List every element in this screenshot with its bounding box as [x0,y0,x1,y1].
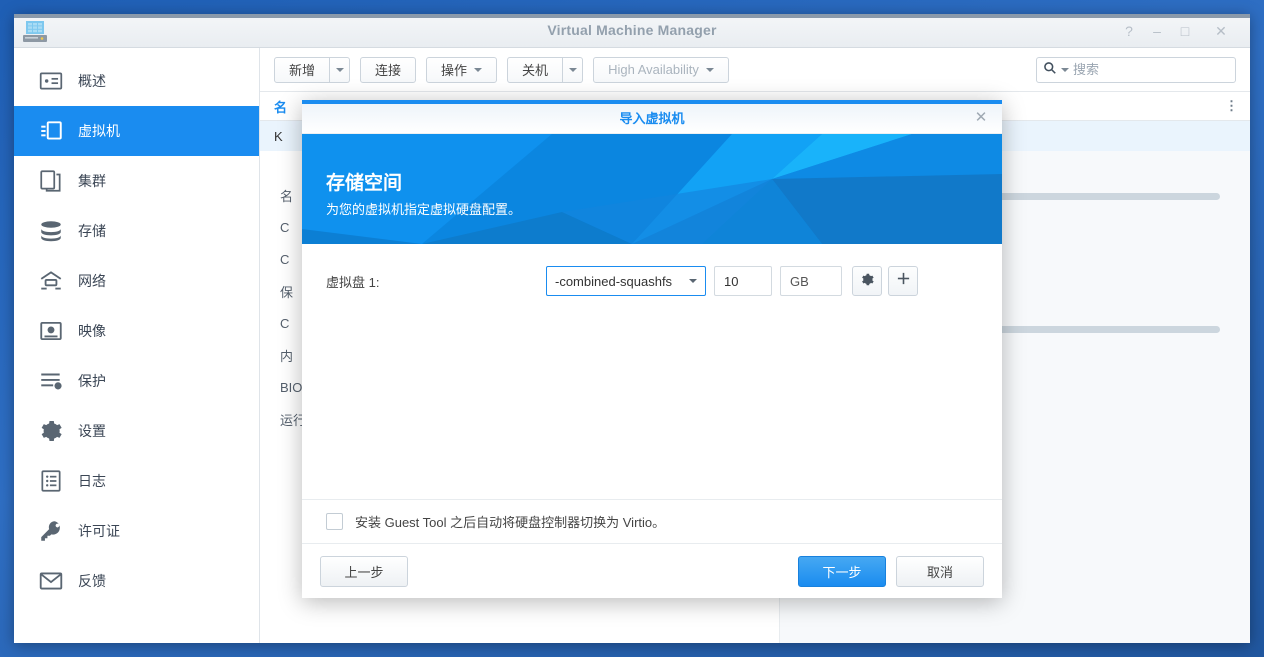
sidebar-item-network[interactable]: 网络 [14,256,259,306]
close-icon[interactable]: ✕ [972,109,990,127]
create-dropdown-arrow[interactable] [330,57,350,83]
sidebar-item-label: 存储 [78,221,106,241]
maximize-icon[interactable]: □ [1174,22,1196,40]
sidebar-item-overview[interactable]: 概述 [14,56,259,106]
add-disk-button[interactable] [888,266,918,296]
network-icon [38,268,64,294]
chevron-down-icon [689,279,697,283]
virtio-checkbox-label: 安装 Guest Tool 之后自动将硬盘控制器切换为 Virtio。 [355,512,665,531]
connect-button[interactable]: 连接 [360,57,416,83]
shutdown-dropdown-arrow[interactable] [563,57,583,83]
sidebar-item-image[interactable]: 映像 [14,306,259,356]
create-split-button: 新增 [274,57,350,83]
disk-settings-button[interactable] [852,266,882,296]
sidebar-item-log[interactable]: 日志 [14,456,259,506]
sidebar-item-protection[interactable]: 保护 [14,356,259,406]
settings-gear-icon [38,418,64,444]
banner-subtitle: 为您的虚拟机指定虚拟硬盘配置。 [326,199,1002,218]
gear-icon [860,272,875,290]
dialog-banner: 存储空间 为您的虚拟机指定虚拟硬盘配置。 [302,134,1002,244]
back-button[interactable]: 上一步 [320,556,408,587]
virtual-disk-label: 虚拟盘 1: [326,272,546,291]
disk-size-input[interactable]: 10 [714,266,772,296]
sidebar: 概述 虚拟机 集群 [14,48,260,643]
virtual-disk-row: 虚拟盘 1: -combined-squashfs 10 GB [302,266,1002,296]
feedback-mail-icon [38,568,64,594]
banner-title: 存储空间 [326,168,1002,195]
overview-icon [38,68,64,94]
shutdown-button[interactable]: 关机 [507,57,563,83]
search-icon [1043,61,1057,78]
minimize-icon[interactable]: – [1146,22,1168,40]
chevron-down-icon [569,68,577,72]
disk-location-value: -combined-squashfs [555,274,672,289]
storage-icon [38,218,64,244]
sidebar-item-settings[interactable]: 设置 [14,406,259,456]
application-window: Virtual Machine Manager ? – □ ✕ 概述 [14,14,1250,643]
help-icon[interactable]: ? [1118,22,1140,40]
sidebar-item-label: 设置 [78,421,106,441]
sidebar-item-cluster[interactable]: 集群 [14,156,259,206]
sidebar-item-label: 虚拟机 [78,121,120,141]
import-vm-dialog: 导入虚拟机 ✕ 存储空间 [302,100,1002,598]
chevron-down-icon [474,68,482,72]
search-input[interactable] [1073,62,1229,77]
toolbar: 新增 连接 操作 关机 High Availability [260,48,1250,92]
titlebar-grip[interactable] [14,14,1250,18]
plus-icon [896,270,911,292]
dialog-footer: 上一步 下一步 取消 [302,543,1002,598]
next-button[interactable]: 下一步 [798,556,886,587]
sidebar-item-label: 反馈 [78,571,106,591]
search-box[interactable] [1036,57,1236,83]
virtual-machine-icon [38,118,64,144]
chevron-down-icon [336,68,344,72]
sidebar-item-label: 集群 [78,171,106,191]
sidebar-item-label: 概述 [78,71,106,91]
cluster-icon [38,168,64,194]
sidebar-item-label: 映像 [78,321,106,341]
close-icon[interactable]: ✕ [1210,22,1232,40]
sidebar-item-license[interactable]: 许可证 [14,506,259,556]
chevron-down-icon[interactable] [1061,68,1069,72]
banner-text: 存储空间 为您的虚拟机指定虚拟硬盘配置。 [302,134,1002,218]
disk-location-select[interactable]: -combined-squashfs [546,266,706,296]
protection-icon [38,368,64,394]
dialog-body: 虚拟盘 1: -combined-squashfs 10 GB [302,244,1002,543]
sidebar-item-label: 日志 [78,471,106,491]
shutdown-split-button: 关机 [507,57,583,83]
image-icon [38,318,64,344]
log-icon [38,468,64,494]
high-availability-button[interactable]: High Availability [593,57,729,83]
sidebar-item-label: 保护 [78,371,106,391]
create-button[interactable]: 新增 [274,57,330,83]
disk-unit-field: GB [780,266,842,296]
action-button-label: 操作 [441,60,467,79]
virtio-checkbox-row: 安装 Guest Tool 之后自动将硬盘控制器切换为 Virtio。 [302,499,1002,543]
chevron-down-icon [706,68,714,72]
dialog-title: 导入虚拟机 [302,104,1002,134]
window-title: Virtual Machine Manager [14,22,1250,38]
window-titlebar: Virtual Machine Manager ? – □ ✕ [14,14,1250,48]
cancel-button[interactable]: 取消 [896,556,984,587]
sidebar-item-virtual-machine[interactable]: 虚拟机 [14,106,259,156]
vertical-dots-icon[interactable]: ⋮ [1225,98,1250,114]
sidebar-item-storage[interactable]: 存储 [14,206,259,256]
high-availability-label: High Availability [608,62,699,77]
virtio-checkbox[interactable] [326,513,343,530]
sidebar-item-label: 许可证 [78,521,120,541]
license-key-icon [38,518,64,544]
sidebar-item-feedback[interactable]: 反馈 [14,556,259,606]
action-button[interactable]: 操作 [426,57,497,83]
dialog-titlebar: 导入虚拟机 ✕ [302,104,1002,134]
desktop-background: Virtual Machine Manager ? – □ ✕ 概述 [0,0,1264,657]
sidebar-item-label: 网络 [78,271,106,291]
